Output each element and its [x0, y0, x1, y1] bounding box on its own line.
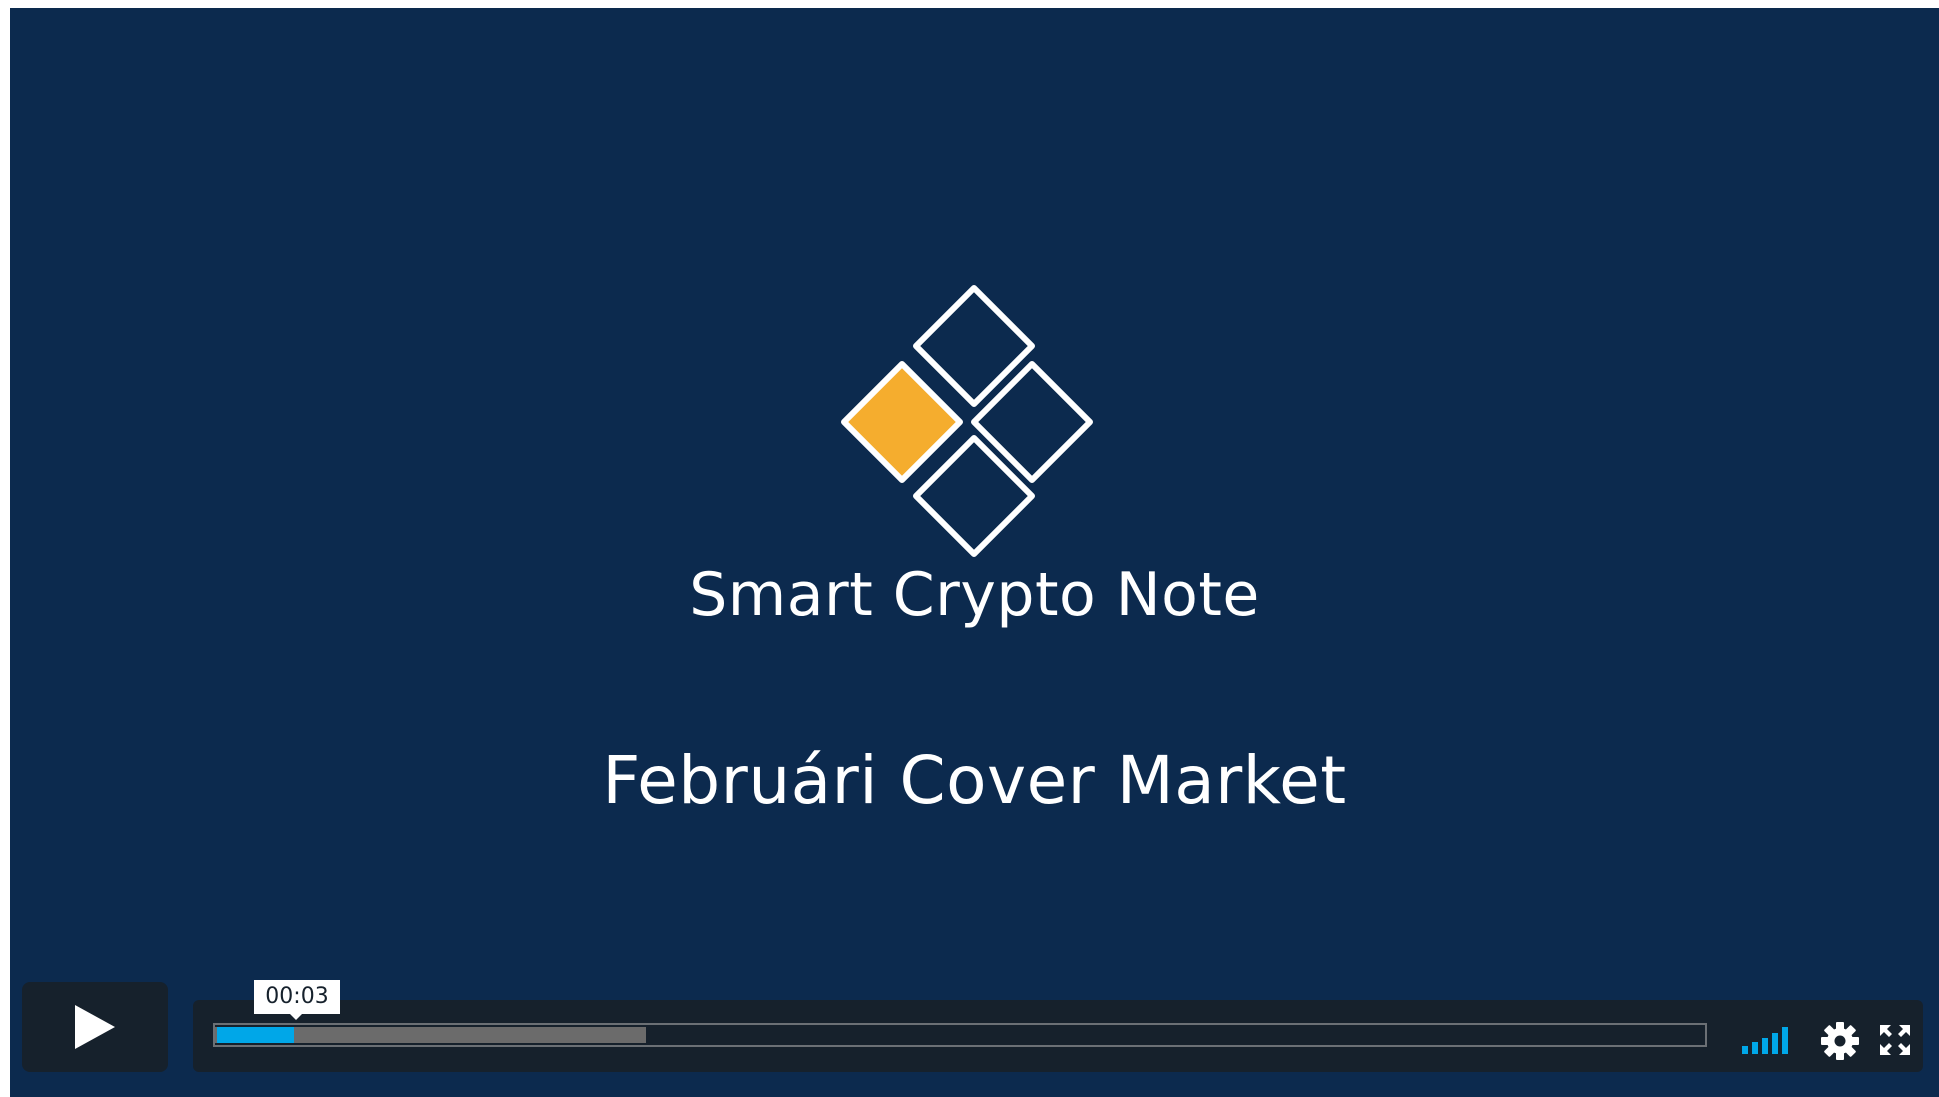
fullscreen-icon[interactable] — [1879, 1024, 1911, 1056]
video-title: Februári Cover Market — [602, 742, 1347, 819]
gear-icon[interactable] — [1820, 1021, 1860, 1061]
volume-bars-icon[interactable] — [1740, 1024, 1796, 1054]
brand-logo-icon — [841, 285, 1093, 557]
progress-bar[interactable] — [213, 1023, 1707, 1047]
progress-played — [217, 1027, 294, 1043]
video-player[interactable]: Smart Crypto Note Februári Cover Market — [10, 8, 1939, 1097]
play-button[interactable] — [22, 982, 168, 1072]
play-icon — [75, 1005, 115, 1049]
brand-name: Smart Crypto Note — [689, 560, 1260, 630]
time-tooltip: 00:03 — [254, 980, 340, 1020]
